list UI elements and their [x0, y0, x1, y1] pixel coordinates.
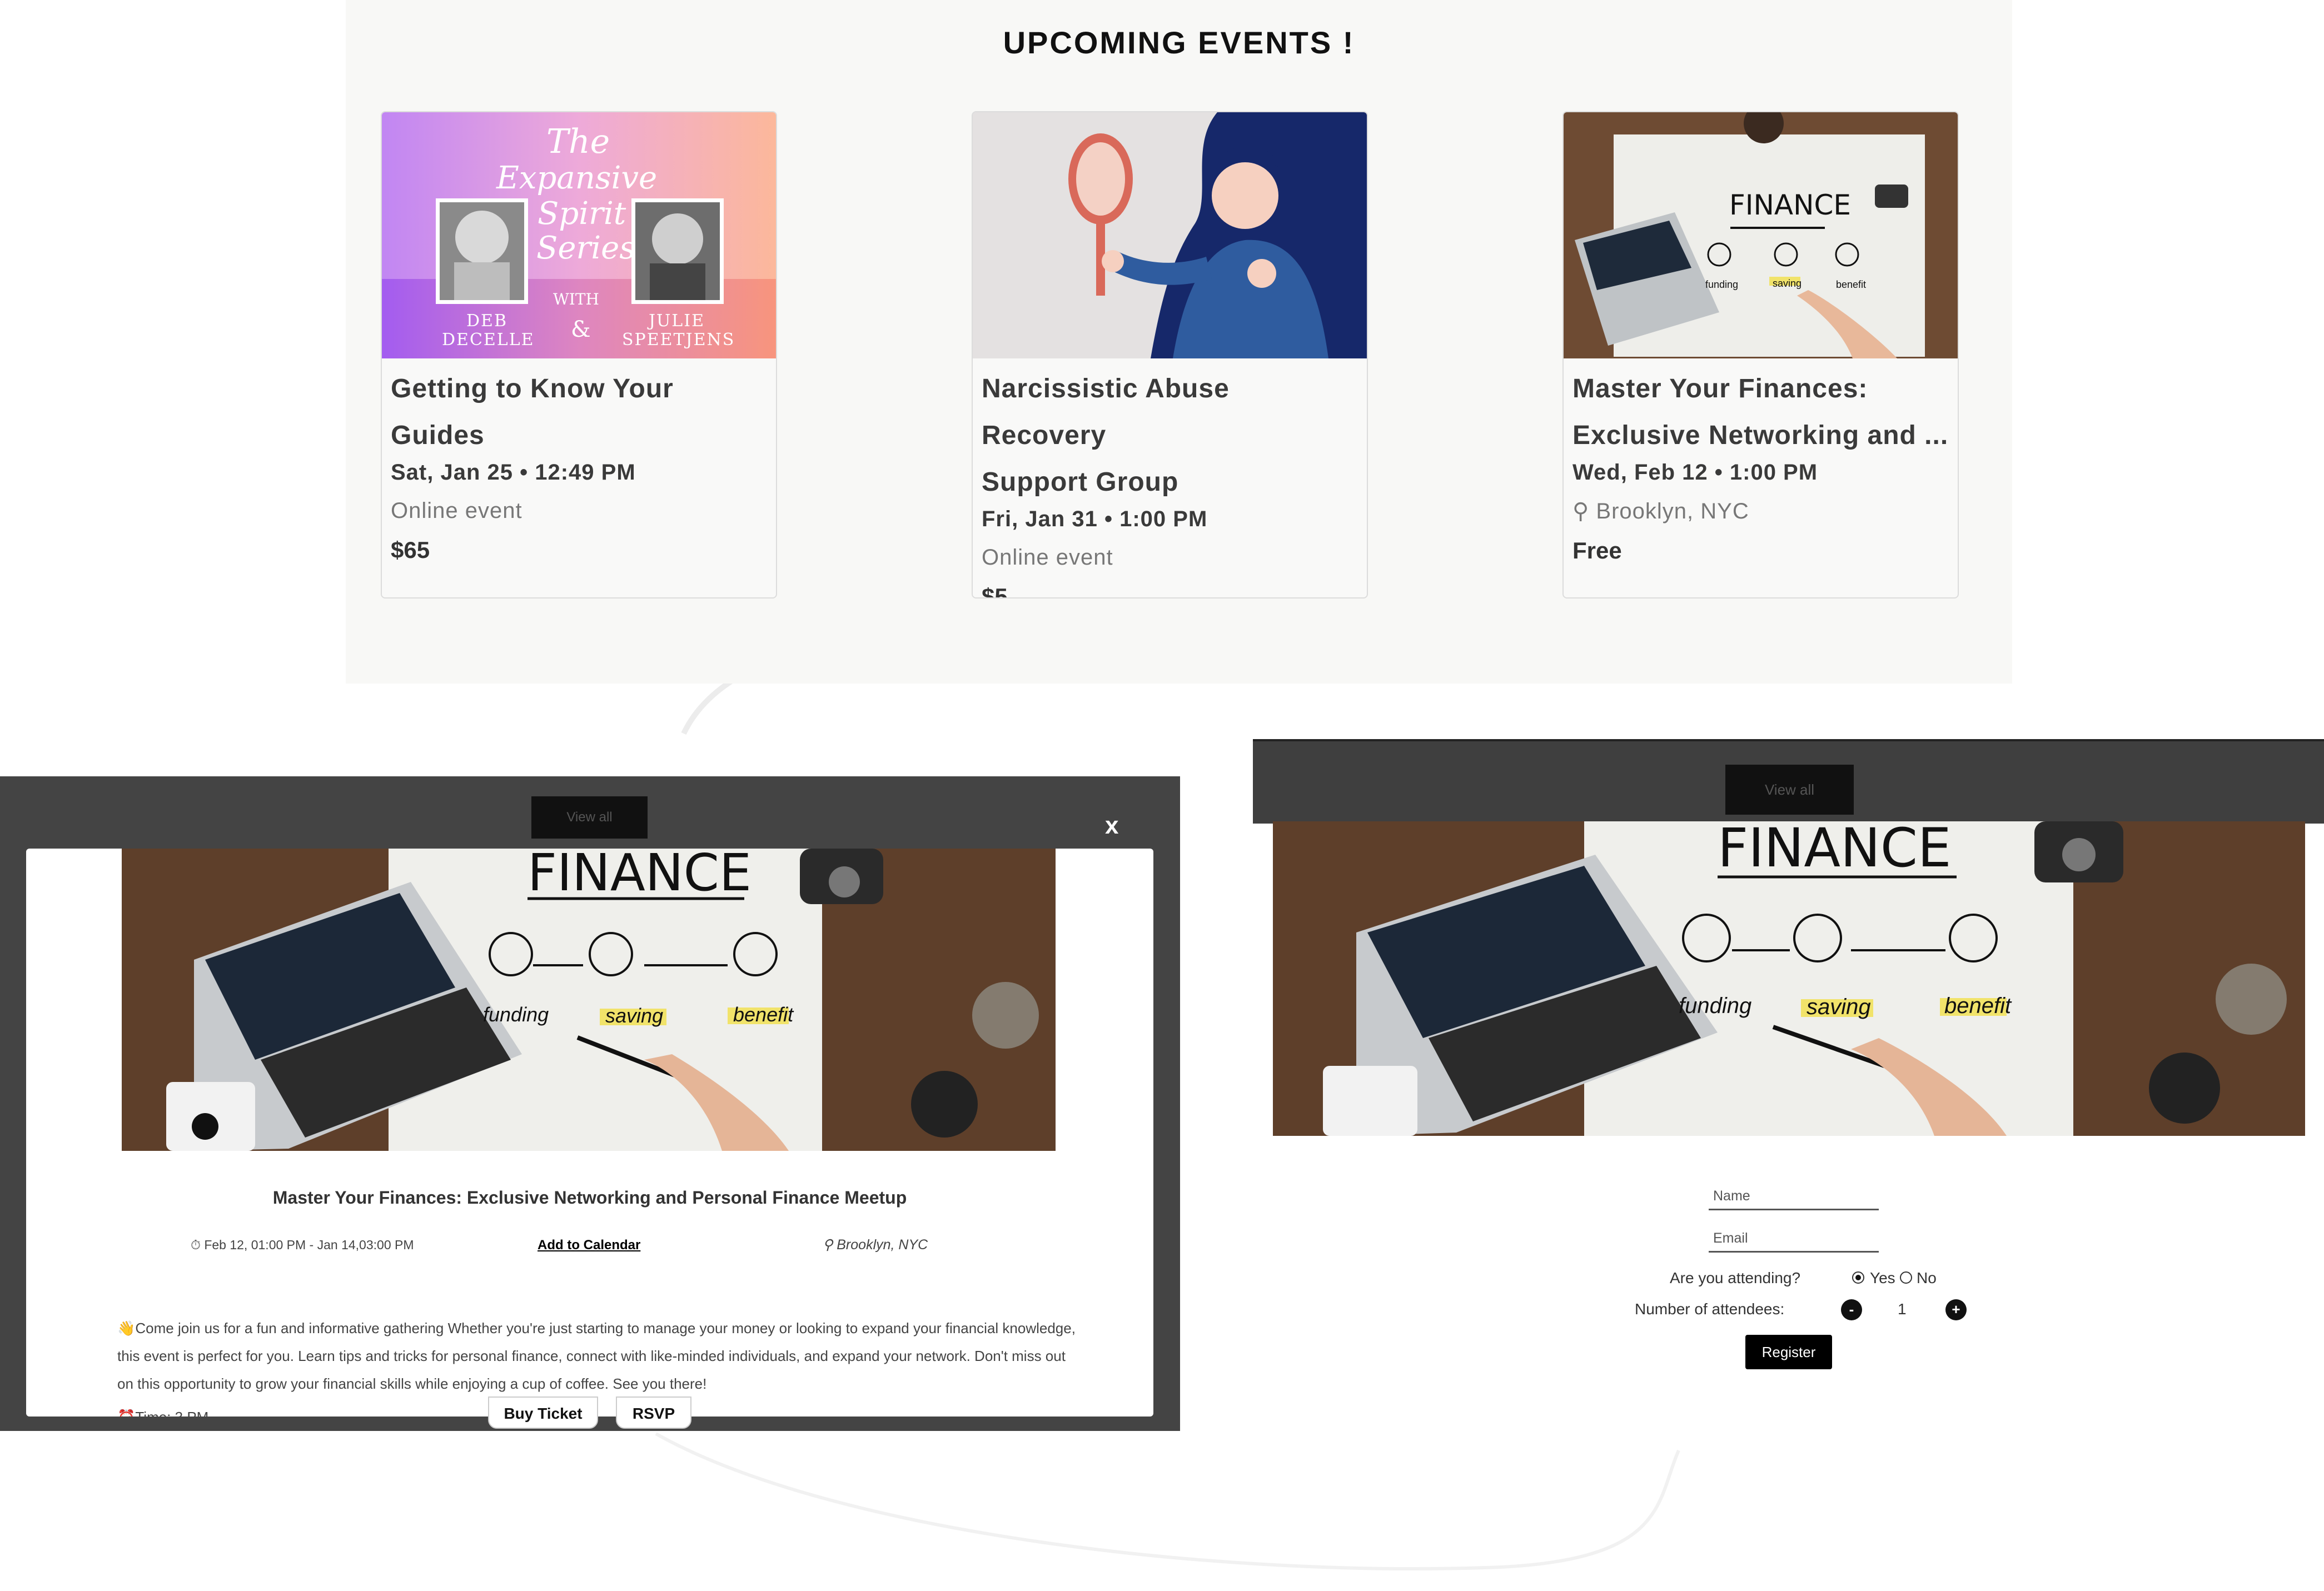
close-icon[interactable]: x [1105, 812, 1118, 840]
attending-label: Are you attending? [1670, 1269, 1801, 1286]
finance-heading-text: FINANCE [1718, 821, 1952, 879]
decrement-button[interactable]: - [1841, 1299, 1862, 1320]
event-location-text: Brooklyn, NYC [1596, 499, 1749, 523]
name-field[interactable] [1709, 1188, 1879, 1210]
finance-label-saving: saving [1807, 995, 1871, 1019]
view-all-button[interactable]: View all [1725, 765, 1854, 815]
finance-heading-text: FINANCE [527, 849, 752, 902]
attendees-count: 1 [1898, 1300, 1907, 1318]
poster-host1-first: DEB [466, 311, 507, 331]
poster-title-spirit: Spirit [538, 196, 626, 232]
email-field[interactable] [1709, 1230, 1879, 1253]
attending-no-label: No [1917, 1269, 1937, 1286]
poster-amp: & [571, 317, 591, 342]
event-date: Fri, Jan 31 • 1:00 PM [982, 507, 1208, 531]
event-card-1[interactable]: The Expansive Spirit Series WITH & DEB D… [381, 111, 777, 599]
attending-yes-radio[interactable] [1852, 1271, 1864, 1284]
event-poster-spirit-series: The Expansive Spirit Series WITH & DEB D… [382, 112, 776, 358]
event-illustration-mirror [973, 112, 1367, 358]
attending-yes-label: Yes [1870, 1269, 1895, 1286]
add-to-calendar-link[interactable]: Add to Calendar [538, 1238, 640, 1253]
event-detail-modal-overlay: View all x FINANCE funding saving benefi… [0, 776, 1180, 1431]
poster-title-series: Series [536, 230, 636, 266]
poster-title-expansive: Expansive [496, 160, 658, 196]
poster-host2-first: JULIE [649, 311, 705, 331]
finance-label-funding: funding [1705, 279, 1739, 290]
finance-label-benefit: benefit [733, 1003, 794, 1026]
finance-label-funding: funding [1679, 994, 1752, 1018]
event-time: ⏰Time: 3 PM [117, 1409, 208, 1417]
finance-heading-text: FINANCE [1729, 189, 1852, 221]
poster-title-the: The [546, 122, 610, 161]
buy-ticket-button[interactable]: Buy Ticket [488, 1397, 598, 1429]
event-description: 👋Come join us for a fun and informative … [117, 1320, 1076, 1392]
section-heading: UPCOMING EVENTS ! [1003, 25, 1355, 60]
event-location: ⚲ Brooklyn, NYC [823, 1237, 928, 1253]
event-price: $65 [391, 537, 430, 563]
attending-no-radio[interactable] [1900, 1271, 1912, 1284]
event-location: ⚲ Brooklyn, NYC [1572, 498, 1949, 524]
event-title[interactable]: Master Your Finances: Exclusive Networki… [1572, 366, 1949, 459]
event-date: Wed, Feb 12 • 1:00 PM [1572, 460, 1818, 485]
finance-label-funding: funding [483, 1003, 549, 1026]
view-all-button[interactable]: View all [531, 796, 648, 839]
poster-host1-last: DECELLE [442, 330, 535, 350]
event-price: $5 [982, 583, 1008, 599]
event-banner-finance: FINANCE funding saving benefit [122, 849, 1056, 1151]
register-button[interactable]: Register [1745, 1335, 1832, 1369]
poster-with: WITH [553, 290, 599, 308]
event-price: Free [1572, 537, 1622, 563]
event-title[interactable]: Narcissistic Abuse Recovery Support Grou… [982, 366, 1358, 506]
event-date: Sat, Jan 25 • 12:49 PM [391, 460, 636, 485]
event-location: Online event [982, 545, 1113, 570]
finance-label-saving: saving [605, 1004, 664, 1027]
event-date-range: ⏱ Feb 12, 01:00 PM - Jan 14,03:00 PM [191, 1238, 414, 1252]
event-title: Master Your Finances: Exclusive Networki… [272, 1188, 907, 1208]
increment-button[interactable]: + [1945, 1299, 1967, 1320]
poster-host2-last: SPEETJENS [622, 330, 735, 350]
registration-banner-finance: FINANCE funding saving benefit [1273, 821, 2305, 1136]
finance-label-benefit: benefit [1944, 994, 2012, 1018]
attendees-label: Number of attendees: [1635, 1300, 1785, 1318]
event-card-3[interactable]: FINANCE funding saving benefit Master Yo… [1562, 111, 1959, 599]
event-card-2[interactable]: Narcissistic Abuse Recovery Support Grou… [972, 111, 1368, 599]
event-location: Online event [391, 498, 522, 523]
finance-label-saving: saving [1773, 278, 1802, 289]
pin-icon: ⚲ [1572, 499, 1596, 523]
rsvp-button[interactable]: RSVP [616, 1397, 691, 1429]
event-title[interactable]: Getting to Know Your Guides [391, 366, 767, 459]
events-listing-section: UPCOMING EVENTS ! The Expansive Spirit S… [346, 0, 2012, 684]
event-photo-finance: FINANCE funding saving benefit [1564, 112, 1958, 358]
event-detail-panel: FINANCE funding saving benefit Master Yo… [26, 849, 1153, 1417]
finance-label-benefit: benefit [1836, 279, 1867, 290]
